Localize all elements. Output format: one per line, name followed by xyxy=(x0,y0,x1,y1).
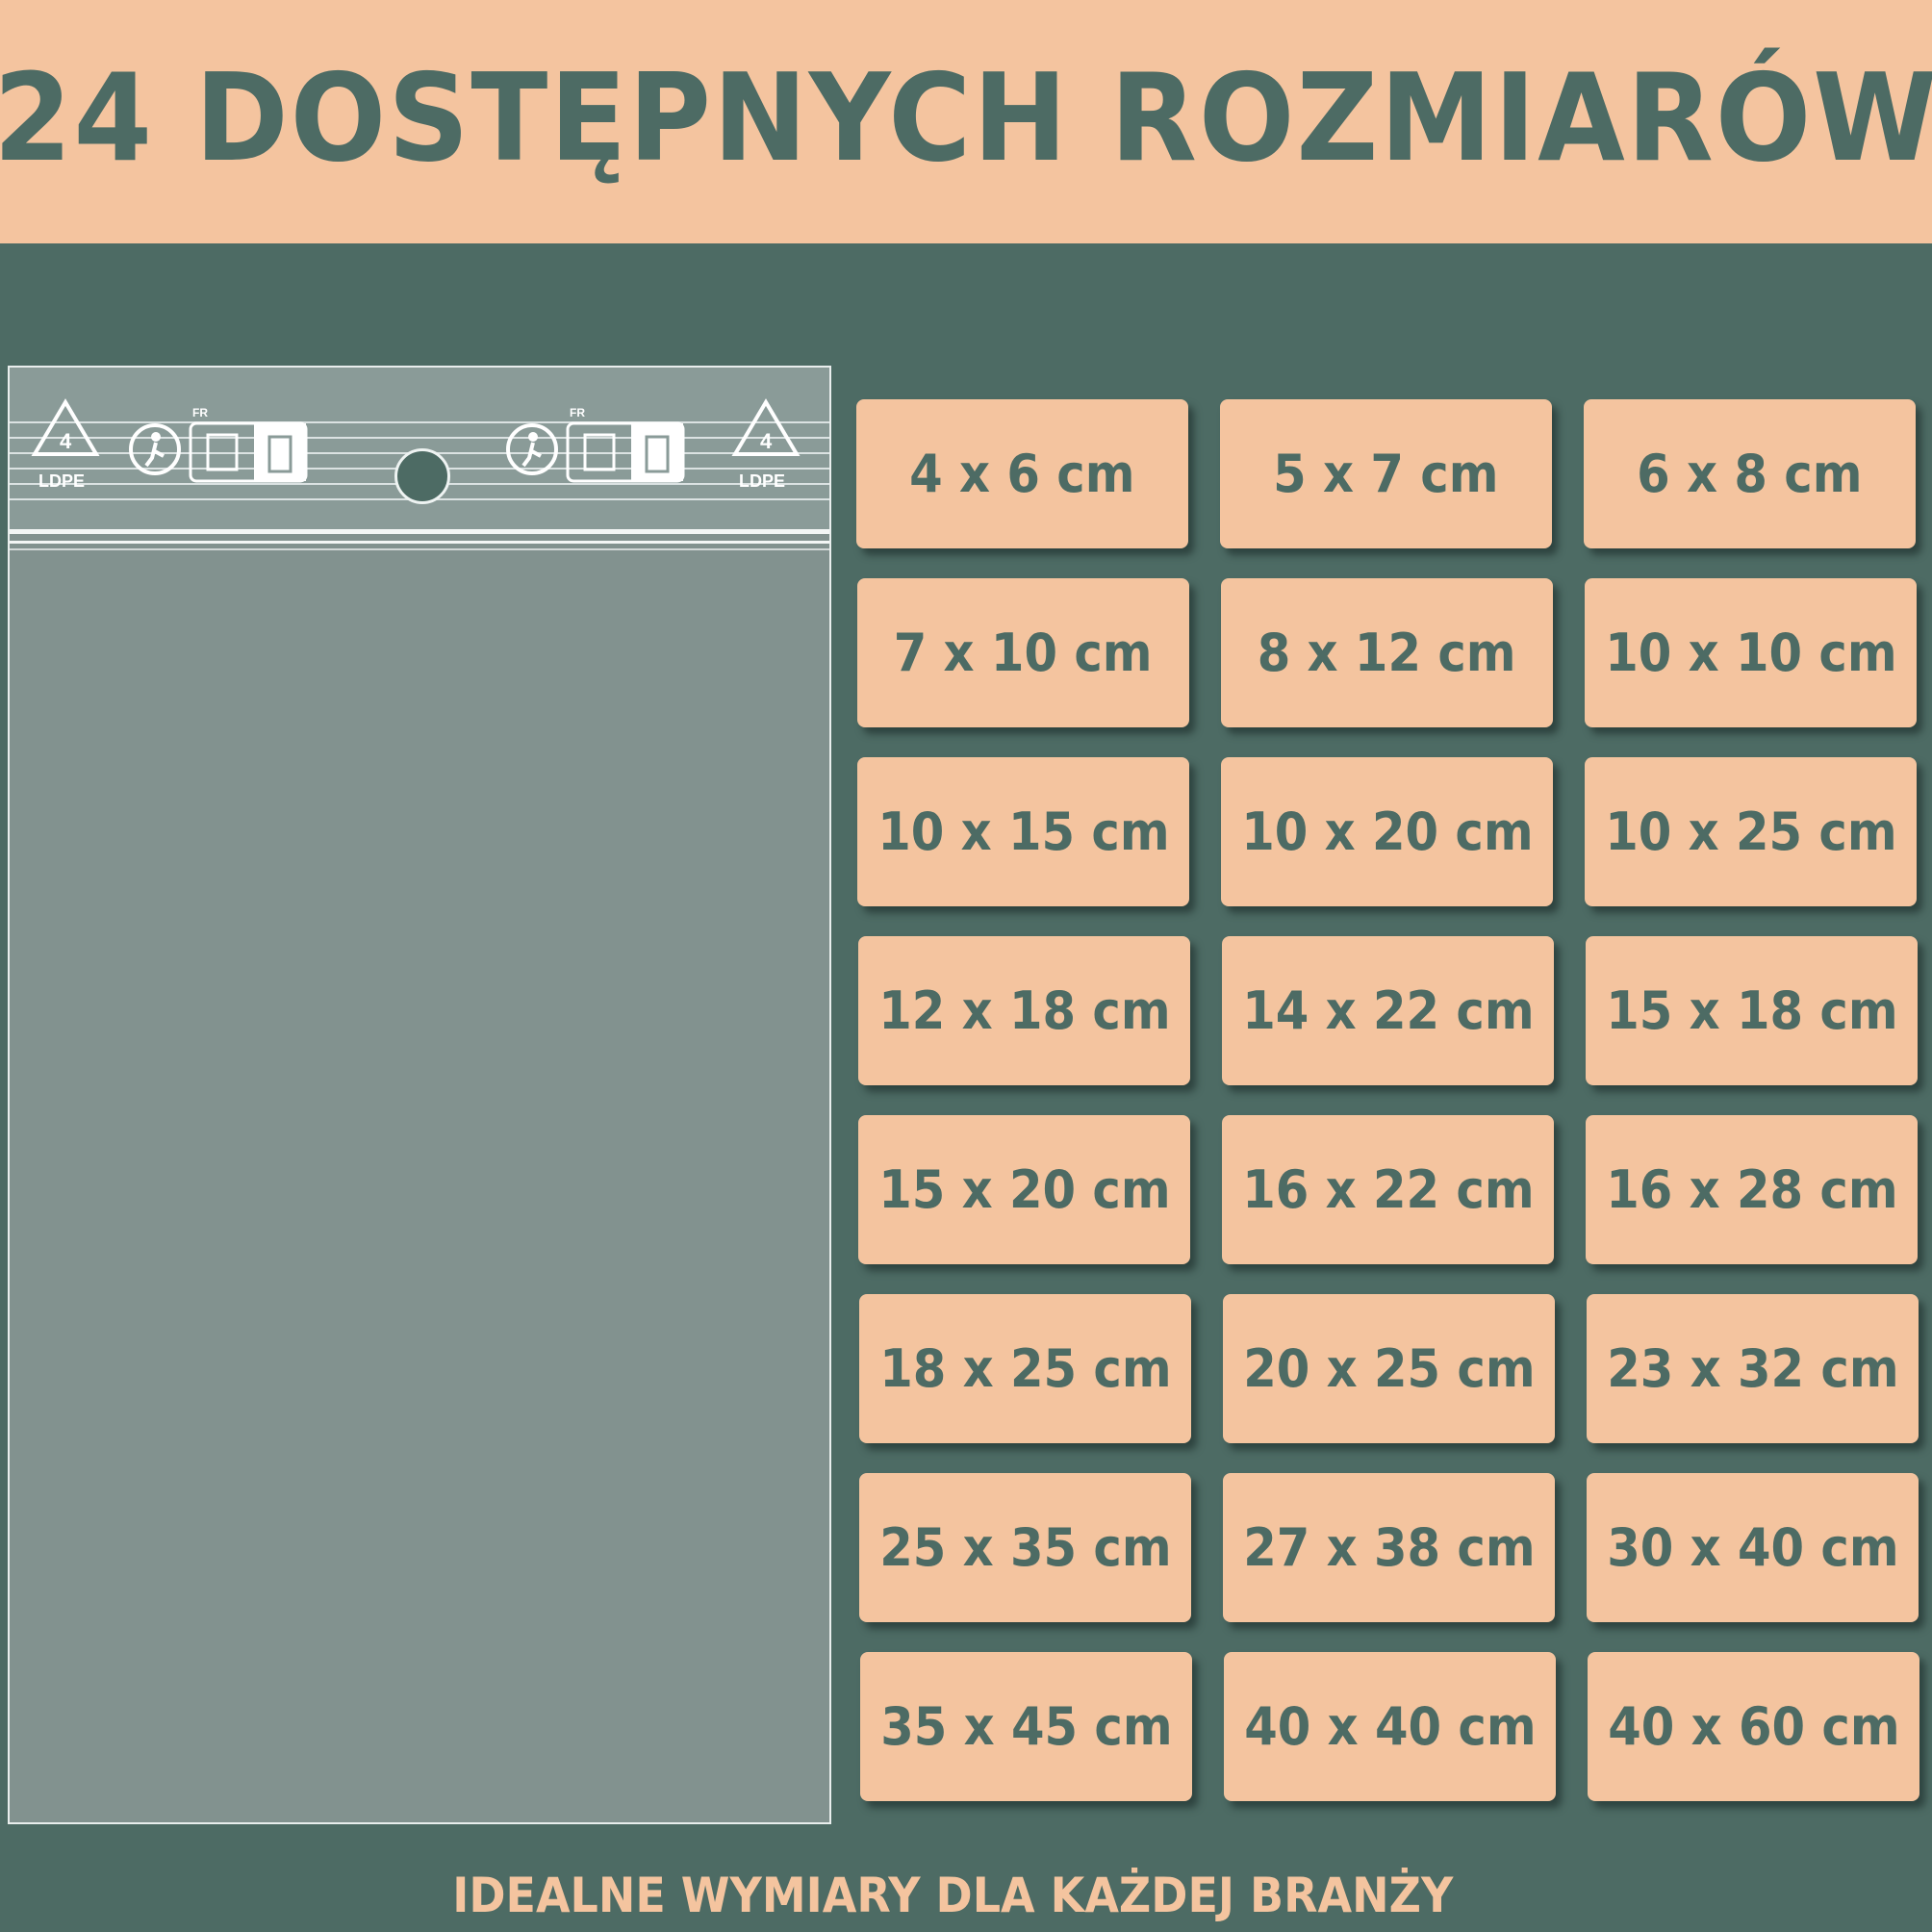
size-option[interactable]: 8 x 12 cm xyxy=(1221,578,1553,727)
size-option[interactable]: 5 x 7 cm xyxy=(1220,399,1552,548)
ldpe-label: LDPE xyxy=(38,471,86,491)
size-label: 10 x 15 cm xyxy=(877,801,1170,862)
size-option[interactable]: 6 x 8 cm xyxy=(1584,399,1916,548)
size-option[interactable]: 10 x 15 cm xyxy=(857,757,1189,906)
size-option[interactable]: 23 x 32 cm xyxy=(1587,1294,1919,1443)
size-label: 15 x 20 cm xyxy=(877,1159,1171,1220)
size-option[interactable]: 35 x 45 cm xyxy=(860,1652,1192,1801)
size-label: 20 x 25 cm xyxy=(1242,1338,1536,1399)
size-option[interactable]: 10 x 25 cm xyxy=(1585,757,1917,906)
size-option[interactable]: 4 x 6 cm xyxy=(856,399,1188,548)
fr-label: FR xyxy=(192,406,208,419)
size-label: 25 x 35 cm xyxy=(878,1517,1172,1578)
page-title: 24 DOSTĘPNYCH ROZMIARÓW xyxy=(0,47,1932,189)
zip-closure-line xyxy=(10,529,829,534)
size-option[interactable]: 16 x 28 cm xyxy=(1586,1115,1918,1264)
size-label: 7 x 10 cm xyxy=(894,623,1153,683)
size-option[interactable]: 15 x 20 cm xyxy=(858,1115,1190,1264)
size-option[interactable]: 40 x 40 cm xyxy=(1224,1652,1556,1801)
size-label: 5 x 7 cm xyxy=(1273,444,1499,504)
tidyman-icon xyxy=(129,423,181,475)
ziplock-bag-image: 4 LDPE FR FR 4 LDPE xyxy=(8,366,831,1824)
hang-hole xyxy=(394,448,450,504)
size-label: 23 x 32 cm xyxy=(1606,1338,1899,1399)
size-option[interactable]: 25 x 35 cm xyxy=(859,1473,1191,1622)
recycle-code: 4 xyxy=(60,429,72,453)
size-label: 40 x 60 cm xyxy=(1607,1696,1900,1757)
size-option[interactable]: 16 x 22 cm xyxy=(1222,1115,1554,1264)
size-label: 12 x 18 cm xyxy=(877,980,1171,1041)
header-banner: 24 DOSTĘPNYCH ROZMIARÓW xyxy=(0,0,1932,243)
size-option[interactable]: 14 x 22 cm xyxy=(1222,936,1554,1085)
tidyman-icon xyxy=(506,423,558,475)
size-label: 6 x 8 cm xyxy=(1637,444,1863,504)
size-label: 8 x 12 cm xyxy=(1258,623,1516,683)
tagline: IDEALNE WYMIARY DLA KAŻDEJ BRANŻY xyxy=(451,1868,1454,1923)
size-option[interactable]: 10 x 20 cm xyxy=(1221,757,1553,906)
recycle-code: 4 xyxy=(760,429,773,453)
size-label: 14 x 22 cm xyxy=(1241,980,1535,1041)
size-option[interactable]: 15 x 18 cm xyxy=(1586,936,1918,1085)
footer: IDEALNE WYMIARY DLA KAŻDEJ BRANŻY xyxy=(0,1867,1932,1924)
size-label: 10 x 25 cm xyxy=(1604,801,1897,862)
zip-closure-line xyxy=(10,541,829,544)
size-option[interactable]: 30 x 40 cm xyxy=(1587,1473,1919,1622)
size-label: 15 x 18 cm xyxy=(1605,980,1898,1041)
size-option[interactable]: 20 x 25 cm xyxy=(1223,1294,1555,1443)
size-label: 10 x 20 cm xyxy=(1240,801,1534,862)
size-label: 4 x 6 cm xyxy=(909,444,1135,504)
ldpe-label: LDPE xyxy=(739,471,786,491)
size-option[interactable]: 40 x 60 cm xyxy=(1588,1652,1919,1801)
size-label: 16 x 28 cm xyxy=(1605,1159,1898,1220)
zip-closure-line xyxy=(10,548,829,550)
size-label: 10 x 10 cm xyxy=(1604,623,1897,683)
size-label: 18 x 25 cm xyxy=(878,1338,1172,1399)
size-label: 30 x 40 cm xyxy=(1606,1517,1899,1578)
size-label: 35 x 45 cm xyxy=(879,1696,1173,1757)
size-label: 27 x 38 cm xyxy=(1242,1517,1536,1578)
size-option[interactable]: 27 x 38 cm xyxy=(1223,1473,1555,1622)
size-label: 16 x 22 cm xyxy=(1241,1159,1535,1220)
size-label: 40 x 40 cm xyxy=(1243,1696,1537,1757)
fr-label: FR xyxy=(570,406,585,419)
size-option[interactable]: 7 x 10 cm xyxy=(857,578,1189,727)
size-option[interactable]: 18 x 25 cm xyxy=(859,1294,1191,1443)
size-option[interactable]: 10 x 10 cm xyxy=(1585,578,1917,727)
size-option[interactable]: 12 x 18 cm xyxy=(858,936,1190,1085)
